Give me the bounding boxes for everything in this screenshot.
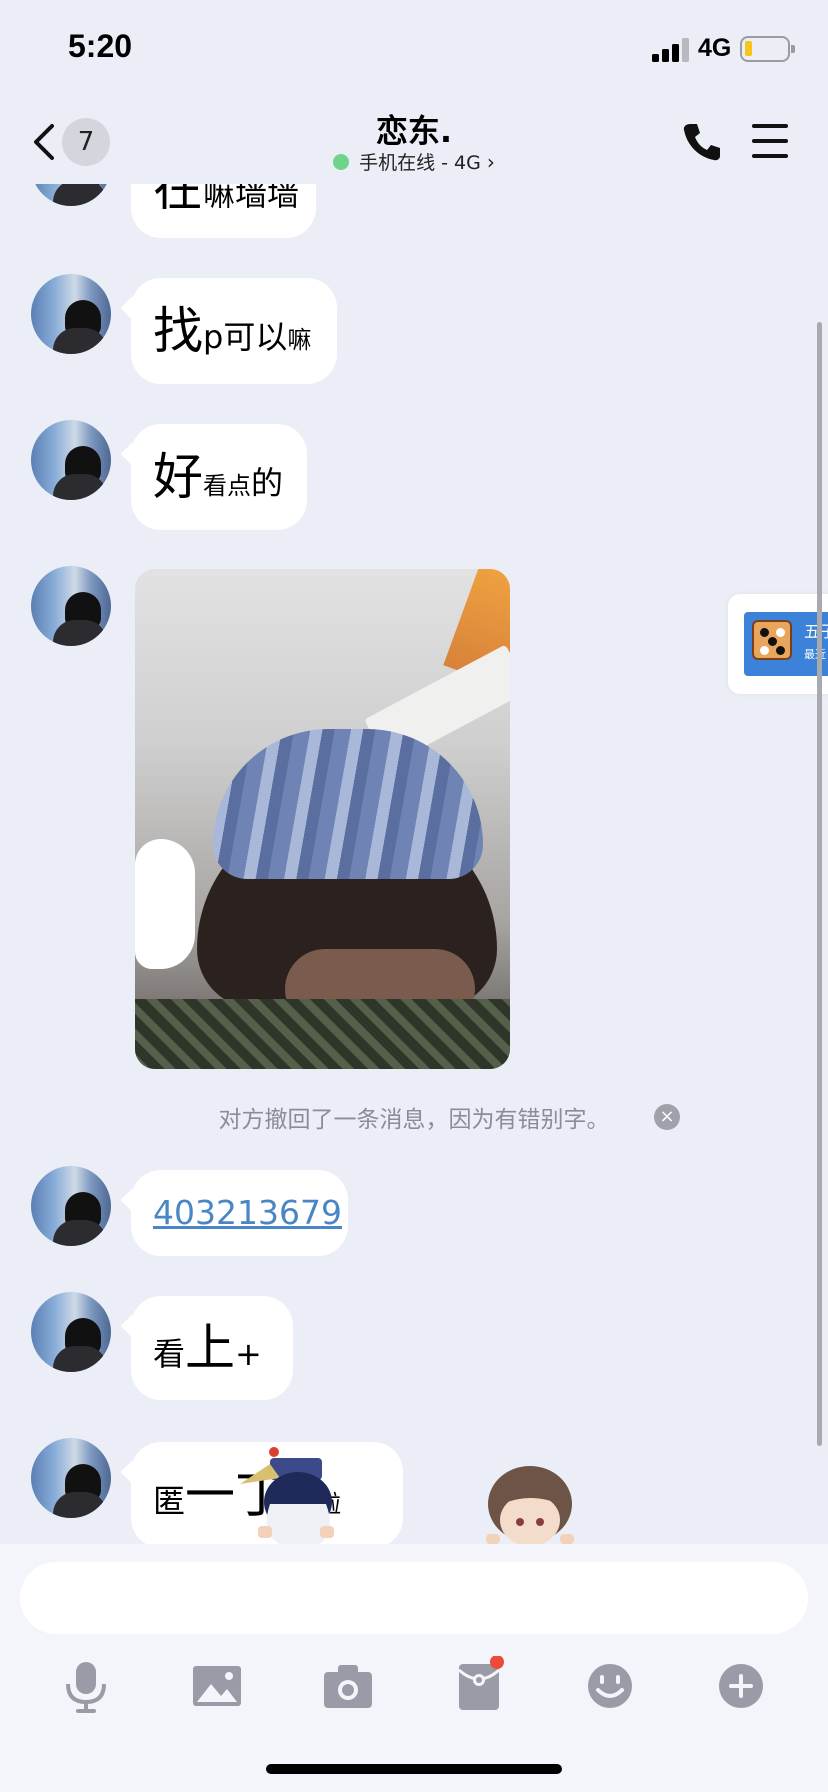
plus-icon[interactable] (711, 1656, 771, 1716)
message-text: 好 (153, 448, 203, 506)
message-bubble[interactable]: 好看点的 (120, 424, 307, 530)
game-subtitle: 最近 (804, 648, 826, 661)
status-time: 5:20 (68, 28, 133, 64)
avatar[interactable] (31, 566, 111, 646)
image-icon[interactable] (187, 1656, 247, 1716)
chevron-right-icon: › (486, 150, 495, 174)
phone-icon[interactable] (680, 120, 724, 164)
message-bubble[interactable]: 403213679 (120, 1170, 348, 1256)
red-packet-icon[interactable] (449, 1656, 509, 1716)
message-text: 找 (153, 302, 203, 360)
number-link[interactable]: 403213679 (153, 1193, 342, 1232)
status-bar: 5:20 4G (0, 0, 828, 100)
message-text: 匿 (153, 1482, 186, 1520)
game-title: 五子 (804, 622, 828, 641)
message-bubble[interactable]: 找p可以嘛 (120, 278, 337, 384)
microphone-icon[interactable] (56, 1656, 116, 1716)
input-area (0, 1544, 828, 1792)
chat-header: 7 恋东. 手机在线 - 4G › (0, 100, 828, 184)
avatar[interactable] (31, 1438, 111, 1518)
scrollbar[interactable] (817, 322, 822, 1446)
network-label: 4G (698, 34, 732, 62)
character-sticker (486, 1466, 574, 1544)
signal-icon (652, 38, 690, 62)
avatar[interactable] (31, 1292, 111, 1372)
gomoku-board-icon (752, 620, 792, 660)
message-text: 上 (185, 1319, 236, 1377)
message-bubble[interactable]: 看上+ (120, 1296, 293, 1400)
message-text: 嘛 (287, 326, 312, 354)
message-text: 一 (185, 1466, 236, 1524)
photo-message[interactable] (135, 569, 510, 1069)
avatar[interactable] (31, 1166, 111, 1246)
message-text: 在 (153, 184, 203, 217)
recall-notice: 对方撤回了一条消息，因为有错别字。 (218, 1107, 610, 1133)
message-text: + (235, 1335, 262, 1373)
close-icon[interactable]: × (654, 1104, 680, 1130)
home-indicator (266, 1764, 562, 1774)
battery-icon (740, 36, 795, 62)
message-text: 的 (251, 464, 284, 502)
avatar[interactable] (31, 184, 111, 206)
avatar[interactable] (31, 274, 111, 354)
emoji-icon[interactable] (580, 1656, 640, 1716)
message-bubble[interactable]: 在嘛墙墙 (131, 184, 316, 238)
online-dot-icon (333, 154, 350, 170)
camera-icon[interactable] (318, 1656, 378, 1716)
message-text: 嘛墙墙 (203, 184, 300, 213)
online-status-text: 手机在线 - 4G (359, 152, 481, 174)
avatar[interactable] (31, 420, 111, 500)
message-text: 看 (153, 1335, 186, 1373)
game-shortcut-card[interactable]: 五子 最近 (728, 594, 828, 694)
message-text: p可以 (203, 318, 288, 356)
message-list[interactable]: 在嘛墙墙 找p可以嘛 好看点的 对方撤回了一条消息，因为有错别字。 × 4032… (0, 184, 828, 1544)
character-sticker (240, 1447, 334, 1544)
message-text: 看点 (203, 472, 251, 500)
menu-icon[interactable] (752, 124, 788, 158)
message-input[interactable] (20, 1562, 808, 1634)
